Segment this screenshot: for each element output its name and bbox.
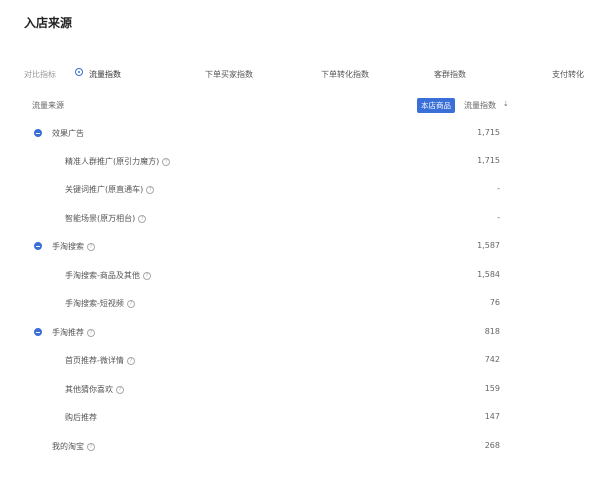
table-row: 手淘推荐? 818 xyxy=(0,327,560,339)
table-row: 关键词推广(原直通车)? - xyxy=(0,184,560,196)
table-row: 手淘搜索? 1,587 xyxy=(0,241,560,253)
row-name: 关键词推广(原直通车) xyxy=(65,185,144,194)
source-column-header: 流量来源 xyxy=(32,101,64,110)
table-row: 手淘搜索-商品及其他? 1,584 xyxy=(0,270,560,282)
collapse-icon[interactable] xyxy=(34,242,42,250)
row-value: 159 xyxy=(484,384,500,393)
row-name: 首页推荐-微详情 xyxy=(65,356,124,365)
help-icon[interactable]: ? xyxy=(116,385,124,394)
help-icon[interactable]: ? xyxy=(87,328,95,337)
help-icon[interactable]: ? xyxy=(146,185,155,194)
row-value: - xyxy=(497,184,500,193)
table-row: 精准人群推广(原引力魔方)? 1,715 xyxy=(0,156,560,168)
help-icon[interactable]: ? xyxy=(142,271,151,280)
row-value: 147 xyxy=(484,412,500,421)
row-name: 精准人群推广(原引力魔方) xyxy=(65,157,160,166)
row-value: 1,715 xyxy=(477,156,500,165)
help-icon[interactable]: ? xyxy=(126,299,135,308)
row-name: 我的淘宝 xyxy=(52,442,84,451)
row-value: 268 xyxy=(484,441,500,450)
row-name: 智能场景(原万相台) xyxy=(65,214,136,223)
table-row: 效果广告 1,715 xyxy=(0,128,560,140)
row-name: 其他猜你喜欢 xyxy=(65,385,113,394)
row-name: 购后推荐 xyxy=(65,413,97,422)
metric-option-pay-conversion[interactable]: 支付转化 xyxy=(552,69,584,80)
row-name: 手淘搜索-商品及其他 xyxy=(65,271,140,280)
row-value: 1,715 xyxy=(477,128,500,137)
metric-option-conversion[interactable]: 下单转化指数 xyxy=(321,69,369,80)
page-title: 入店来源 xyxy=(24,16,73,30)
row-name: 手淘搜索 xyxy=(52,242,84,251)
row-value: 818 xyxy=(484,327,500,336)
metric-label: 对比指标 xyxy=(24,70,56,79)
help-icon[interactable]: ? xyxy=(162,157,171,166)
collapse-icon[interactable] xyxy=(34,328,42,336)
row-value: 1,584 xyxy=(477,270,500,279)
help-icon[interactable]: ? xyxy=(126,356,135,365)
row-name: 手淘推荐 xyxy=(52,328,84,337)
help-icon[interactable]: ? xyxy=(138,214,147,223)
row-value: 742 xyxy=(484,355,500,364)
table-row: 购后推荐 147 xyxy=(0,412,560,424)
table-row: 智能场景(原万相台)? - xyxy=(0,213,560,225)
sort-icon[interactable]: ⇣ xyxy=(503,100,509,108)
radio-selected-icon[interactable] xyxy=(75,68,83,76)
table-row: 手淘搜索-短视频? 76 xyxy=(0,298,560,310)
row-value: 1,587 xyxy=(477,241,500,250)
table-row: 首页推荐-微详情? 742 xyxy=(0,355,560,367)
row-name: 手淘搜索-短视频 xyxy=(65,299,124,308)
index-column-header[interactable]: 流量指数 xyxy=(464,100,496,111)
metric-option-buyers[interactable]: 下单买家指数 xyxy=(205,69,253,80)
collapse-icon[interactable] xyxy=(34,129,42,137)
help-icon[interactable]: ? xyxy=(87,242,95,251)
help-icon[interactable]: ? xyxy=(87,442,95,451)
metric-selector: 对比指标 流量指数 下单买家指数 下单转化指数 客群指数 支付转化 xyxy=(24,66,603,82)
table-row: 其他猜你喜欢? 159 xyxy=(0,384,560,396)
row-value: 76 xyxy=(489,298,500,307)
metric-option-traffic[interactable]: 流量指数 xyxy=(89,69,121,80)
table-row: 我的淘宝? 268 xyxy=(0,441,560,453)
metric-option-customer[interactable]: 客群指数 xyxy=(434,69,466,80)
row-name: 效果广告 xyxy=(52,129,84,138)
own-product-badge[interactable]: 本店商品 xyxy=(417,98,455,113)
row-value: - xyxy=(497,213,500,222)
